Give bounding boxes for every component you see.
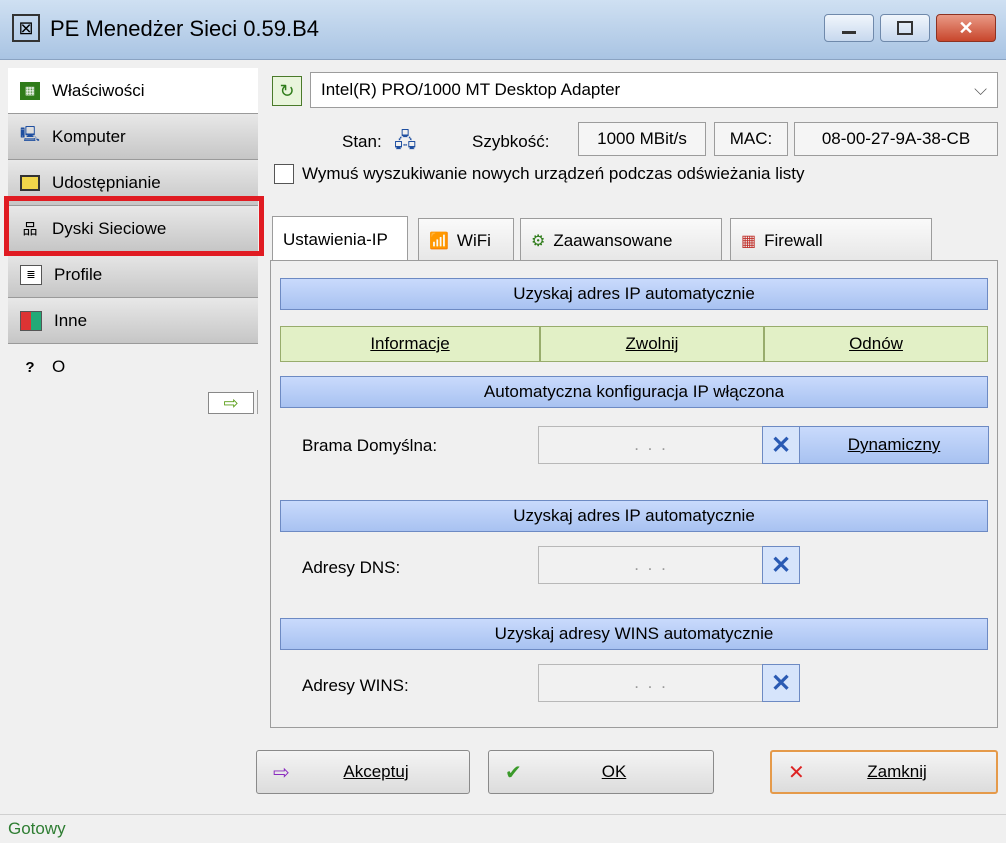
minimize-button[interactable]	[824, 14, 874, 42]
tab-ip-settings[interactable]: Ustawienia-IP	[272, 216, 408, 262]
title-bar: ⊠ PE Menedżer Sieci 0.59.B4 ✕	[0, 0, 1006, 60]
sidebar-item-profile[interactable]: ≣ Profile	[8, 252, 258, 298]
dns-input[interactable]: . . .	[538, 546, 764, 584]
force-search-checkbox[interactable]	[274, 164, 294, 184]
dynamic-button[interactable]: Dynamiczny	[799, 426, 989, 464]
state-label: Stan:	[342, 132, 382, 151]
network-state-icon: 🖧	[394, 130, 417, 152]
accept-button[interactable]: ⇨ Akceptuj	[256, 750, 470, 794]
force-search-label: Wymuś wyszukiwanie nowych urządzeń podcz…	[302, 164, 805, 183]
close-icon: ✕	[958, 17, 974, 38]
refresh-icon: ↻	[279, 80, 295, 101]
computer-icon: 🖳	[20, 126, 41, 143]
highlight-box	[4, 196, 264, 256]
close-label: Zamknij	[867, 762, 927, 781]
info-button[interactable]: Informacje	[280, 326, 540, 362]
auto-dns-button[interactable]: Uzyskaj adres IP automatycznie	[280, 500, 988, 532]
sidebar-item-properties[interactable]: ▦ Właściwości	[8, 68, 258, 114]
ok-label: OK	[601, 762, 627, 781]
sidebar-item-label: Profile	[54, 264, 103, 284]
wifi-icon: 📶	[429, 232, 449, 250]
about-icon: ?	[25, 358, 35, 376]
gateway-input[interactable]: . . .	[538, 426, 764, 464]
mac-value: 08-00-27-9A-38-CB	[794, 122, 998, 156]
gateway-label: Brama Domyślna:	[302, 436, 438, 455]
status-bar: Gotowy	[0, 814, 1006, 843]
speed-value: 1000 MBit/s	[578, 122, 706, 156]
wins-input[interactable]: . . .	[538, 664, 764, 702]
speed-label: Szybkość:	[472, 132, 550, 151]
tab-wifi[interactable]: 📶 WiFi	[418, 218, 514, 262]
properties-icon: ▦	[20, 81, 40, 100]
clear-icon: ✕	[770, 551, 792, 579]
ok-button[interactable]: ✔ OK	[488, 750, 714, 794]
adapter-name: Intel(R) PRO/1000 MT Desktop Adapter	[321, 80, 621, 99]
renew-button[interactable]: Odnów	[764, 326, 988, 362]
status-text: Gotowy	[8, 819, 66, 838]
close-icon: ✕	[788, 761, 805, 784]
sidebar-item-label: Właściwości	[52, 80, 145, 100]
tab-label: Firewall	[764, 230, 823, 250]
clear-dns-button[interactable]: ✕	[762, 546, 800, 584]
maximize-icon	[897, 21, 913, 35]
network-app-icon: ⊠	[12, 14, 40, 42]
tab-label: Ustawienia-IP	[283, 229, 388, 249]
tab-label: WiFi	[456, 230, 491, 250]
sidebar-item-computer[interactable]: 🖳 Komputer	[8, 114, 258, 160]
minimize-icon	[842, 30, 856, 34]
arrow-right-icon: ⇨	[223, 392, 239, 413]
auto-wins-button[interactable]: Uzyskaj adresy WINS automatycznie	[280, 618, 988, 650]
window-title: PE Menedżer Sieci 0.59.B4	[50, 16, 320, 41]
collapse-sidebar-button[interactable]: ⇨	[208, 392, 254, 414]
check-icon: ✔	[505, 761, 522, 784]
chevron-down-icon: ⌵	[974, 80, 987, 99]
sidebar-item-label: O	[52, 357, 66, 376]
arrow-right-icon: ⇨	[273, 761, 290, 784]
auto-config-button[interactable]: Automatyczna konfiguracja IP włączona	[280, 376, 988, 408]
auto-ip-button[interactable]: Uzyskaj adres IP automatycznie	[280, 278, 988, 310]
sharing-icon	[20, 174, 40, 191]
release-button[interactable]: Zwolnij	[540, 326, 764, 362]
close-button[interactable]: ✕ Zamknij	[770, 750, 998, 794]
close-window-button[interactable]: ✕	[936, 14, 996, 42]
clear-wins-button[interactable]: ✕	[762, 664, 800, 702]
adapter-select[interactable]: Intel(R) PRO/1000 MT Desktop Adapter ⌵	[310, 72, 998, 108]
sidebar-item-label: Komputer	[52, 126, 126, 146]
dns-label: Adresy DNS:	[302, 558, 401, 577]
accept-label: Akceptuj	[343, 762, 409, 781]
clear-gateway-button[interactable]: ✕	[762, 426, 800, 464]
other-icon	[20, 310, 42, 331]
wins-label: Adresy WINS:	[302, 676, 409, 695]
sidebar-item-about[interactable]: ? O	[8, 344, 258, 390]
mac-label: MAC:	[714, 122, 788, 156]
sidebar-item-other[interactable]: Inne	[8, 298, 258, 344]
tab-firewall[interactable]: ▦ Firewall	[730, 218, 932, 262]
clear-icon: ✕	[770, 431, 792, 459]
tab-advanced[interactable]: ⚙ Zaawansowane	[520, 218, 722, 262]
tab-label: Zaawansowane	[553, 230, 673, 250]
clear-icon: ✕	[770, 669, 792, 697]
sidebar-item-label: Inne	[54, 310, 88, 330]
profile-icon: ≣	[20, 264, 42, 285]
firewall-icon: ▦	[741, 232, 757, 250]
maximize-button[interactable]	[880, 14, 930, 42]
refresh-adapter-button[interactable]: ↻	[272, 76, 302, 106]
advanced-settings-icon: ⚙	[531, 232, 546, 250]
sidebar-item-label: Udostępnianie	[52, 172, 161, 192]
